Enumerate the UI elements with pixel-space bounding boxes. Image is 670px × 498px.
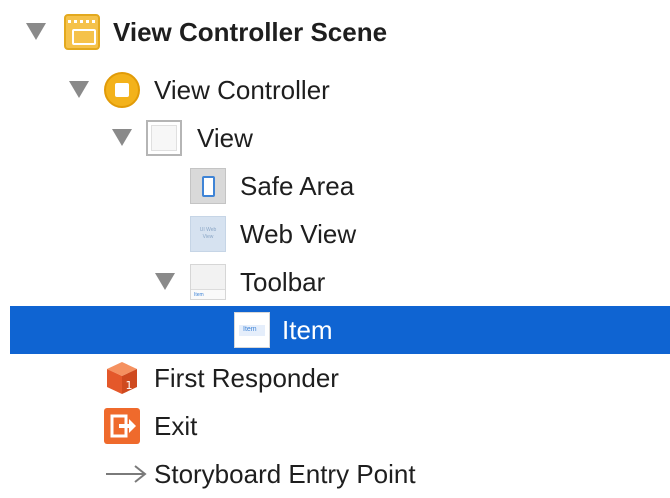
first-responder-icon-text: 1 [126, 379, 133, 392]
outline-label-scene: View Controller Scene [113, 17, 388, 47]
outline-row-web-view[interactable]: UI Web View Web View [0, 210, 670, 258]
outline-row-view[interactable]: View [0, 114, 670, 162]
view-controller-icon [104, 72, 140, 108]
outline-label-item: Item [282, 315, 333, 345]
outline-row-first-responder[interactable]: 1 First Responder [0, 354, 670, 402]
outline-row-view-controller[interactable]: View Controller [0, 66, 670, 114]
disclosure-triangle-icon[interactable] [155, 273, 175, 290]
disclosure-triangle-icon[interactable] [112, 129, 132, 146]
web-view-icon-text: UI Web View [199, 227, 217, 240]
scene-icon [64, 14, 100, 50]
view-icon [146, 120, 182, 156]
document-outline: View Controller Scene View Controller Vi… [0, 0, 670, 495]
outline-label-entry-point: Storyboard Entry Point [154, 459, 416, 489]
outline-label-view-controller: View Controller [154, 75, 330, 105]
disclosure-triangle-icon[interactable] [26, 23, 46, 40]
disclosure-triangle-icon[interactable] [69, 81, 89, 98]
outline-row-entry-point[interactable]: Storyboard Entry Point [0, 450, 670, 498]
outline-row-item[interactable]: Item Item [10, 306, 670, 354]
outline-row-toolbar[interactable]: Item Toolbar [0, 258, 670, 306]
outline-row-exit[interactable]: Exit [0, 402, 670, 450]
outline-label-safe-area: Safe Area [240, 171, 355, 201]
item-icon-text: Item [243, 326, 257, 333]
outline-label-exit: Exit [154, 411, 198, 441]
bar-button-item-icon: Item [234, 312, 270, 348]
outline-row-safe-area[interactable]: Safe Area [0, 162, 670, 210]
outline-label-view: View [197, 123, 253, 153]
outline-label-first-responder: First Responder [154, 363, 339, 393]
outline-label-toolbar: Toolbar [240, 267, 326, 297]
outline-row-scene[interactable]: View Controller Scene [0, 8, 670, 56]
first-responder-icon: 1 [104, 360, 140, 396]
exit-icon [104, 408, 140, 444]
toolbar-icon: Item [190, 264, 226, 300]
entry-arrow-icon [104, 456, 148, 492]
toolbar-icon-text: Item [194, 292, 204, 298]
safe-area-icon [190, 168, 226, 204]
outline-label-web-view: Web View [240, 219, 357, 249]
web-view-icon: UI Web View [190, 216, 226, 252]
